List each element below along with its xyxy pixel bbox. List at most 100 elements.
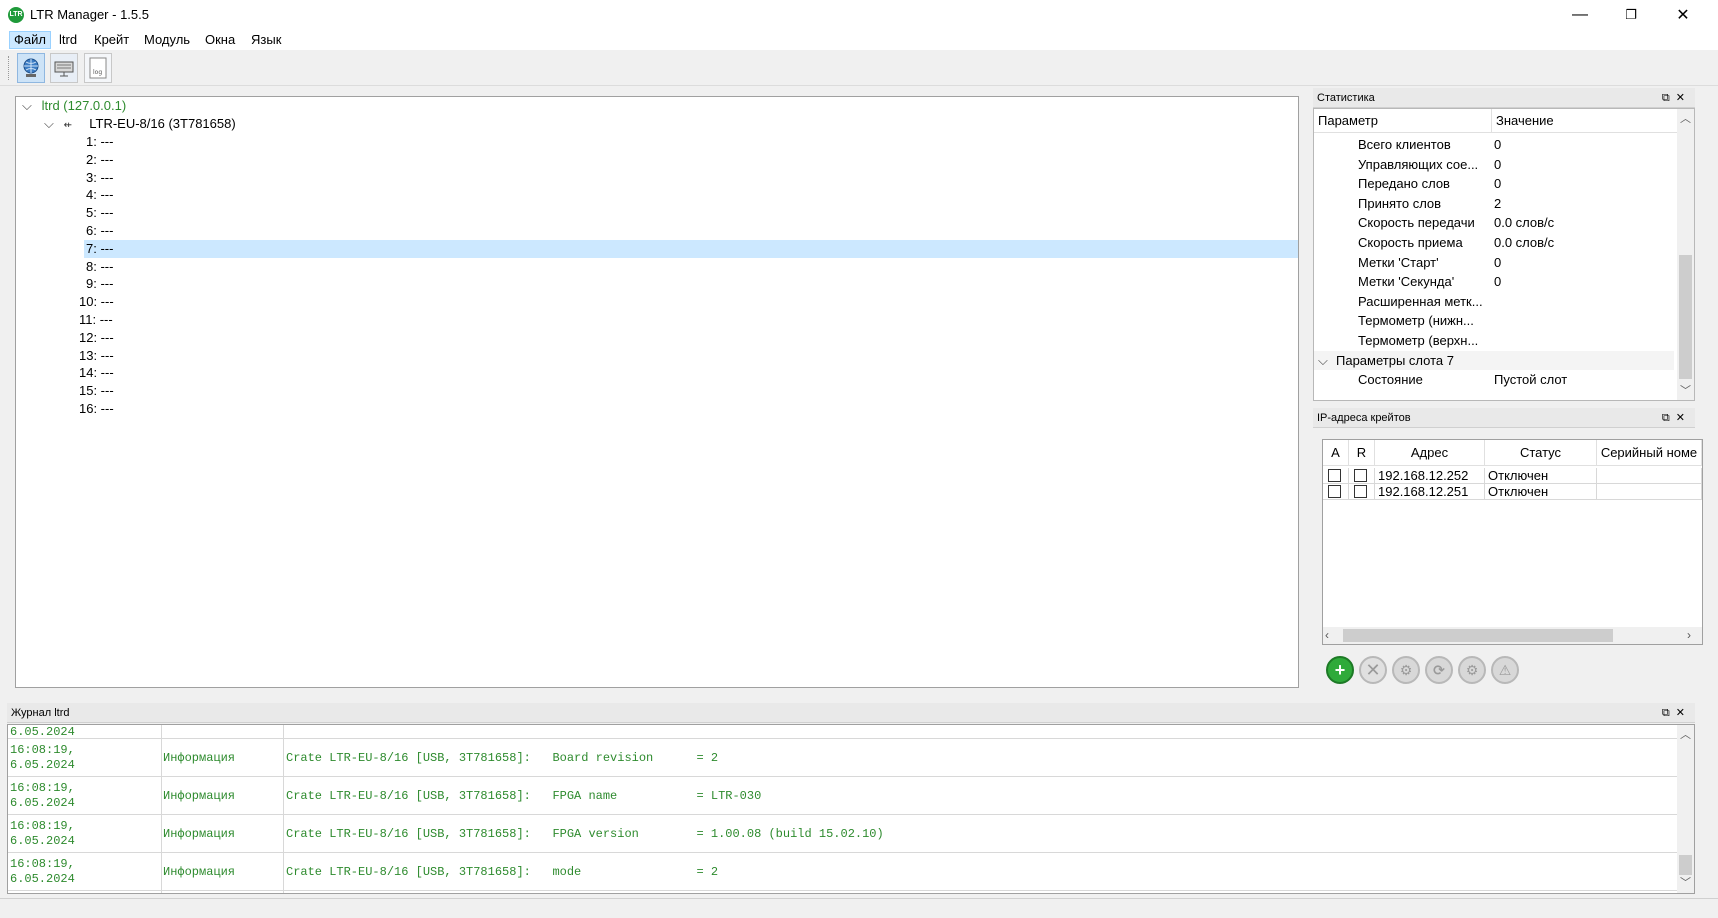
tree-root-row[interactable]: ⌵ ltrd (127.0.0.1)	[22, 97, 126, 115]
tree-slot-row[interactable]: 11: ---	[79, 311, 113, 329]
chevron-down-icon[interactable]: ⌵	[44, 115, 60, 133]
ip-header-serial[interactable]: Серийный номе	[1597, 440, 1702, 466]
ip-header-status[interactable]: Статус	[1485, 440, 1597, 466]
minimize-button[interactable]: —	[1555, 0, 1605, 30]
settings-button[interactable]: ⚙	[1458, 656, 1486, 684]
log-time: 16:08:19, 6.05.2024	[10, 781, 75, 810]
stats-row[interactable]: Принято слов 2	[1314, 194, 1674, 214]
log-vscrollbar[interactable]: ︿ ﹀	[1677, 725, 1694, 893]
stats-group-row[interactable]: ⌵ Параметры слота 7	[1314, 350, 1674, 371]
stat-value: 0	[1494, 254, 1502, 270]
stats-row[interactable]: Скорость передачи 0.0 слов/с	[1314, 213, 1674, 233]
stats-row[interactable]: Расширенная метк...	[1314, 292, 1674, 312]
reconnect-checkbox[interactable]	[1354, 469, 1367, 482]
hscroll-thumb[interactable]	[1343, 629, 1613, 642]
scroll-left-icon[interactable]: ‹	[1325, 627, 1339, 644]
menu-ltrd[interactable]: ltrd	[55, 31, 81, 49]
log-row-partial[interactable]: 6.05.2024	[8, 725, 1694, 739]
tree-crate-row[interactable]: ⌵ ⇷ LTR-EU-8/16 (3T781658)	[44, 115, 236, 133]
status-bar	[0, 898, 1718, 918]
add-crate-button[interactable]: +	[1326, 656, 1354, 684]
tree-slot-row[interactable]: 6: ---	[86, 222, 113, 240]
stats-row[interactable]: Состояние Пустой слот	[1314, 370, 1674, 390]
close-icon[interactable]: ✕	[1676, 412, 1691, 424]
float-icon[interactable]: ⧉	[1662, 707, 1676, 719]
network-toolbar-button[interactable]	[17, 53, 45, 83]
log-toolbar-button[interactable]: log	[84, 53, 112, 83]
remove-crate-button[interactable]: ✕	[1359, 656, 1387, 684]
toolbar: log	[0, 50, 1718, 86]
dock-controls: ⧉✕	[1662, 88, 1691, 108]
log-row[interactable]: 16:08:19, 6.05.2024 Информация Crate LTR-E…	[8, 815, 1694, 853]
ip-header-r[interactable]: R	[1349, 440, 1375, 466]
scroll-thumb[interactable]	[1679, 255, 1692, 379]
float-icon[interactable]: ⧉	[1662, 412, 1676, 424]
stats-row[interactable]: Термометр (нижн...	[1314, 311, 1674, 331]
menu-crate[interactable]: Крейт	[90, 31, 133, 49]
float-icon[interactable]: ⧉	[1662, 92, 1676, 104]
scroll-thumb[interactable]	[1679, 855, 1692, 875]
tree-slot-row[interactable]: 13: ---	[79, 347, 114, 365]
tree-slot-row[interactable]: 15: ---	[79, 382, 114, 400]
reconnect-checkbox[interactable]	[1354, 485, 1367, 498]
ip-hscrollbar[interactable]: ‹ ›	[1323, 627, 1702, 644]
auto-connect-checkbox[interactable]	[1328, 485, 1341, 498]
tree-slot-row[interactable]: 9: ---	[86, 275, 113, 293]
chevron-down-icon[interactable]: ⌵	[22, 97, 38, 115]
stats-row[interactable]: Управляющих сое... 0	[1314, 155, 1674, 175]
scroll-down-icon[interactable]: ﹀	[1677, 875, 1694, 892]
tree-slot-row[interactable]: 8: ---	[86, 258, 113, 276]
crate-toolbar-button[interactable]	[50, 53, 78, 83]
close-icon[interactable]: ✕	[1676, 707, 1691, 719]
stats-row[interactable]: Всего клиентов 0	[1314, 135, 1674, 155]
tree-slot-row[interactable]: 3: ---	[86, 169, 113, 187]
stats-vscrollbar[interactable]: ︿ ﹀	[1677, 109, 1694, 400]
ip-header-address[interactable]: Адрес	[1375, 440, 1485, 466]
tree-slot-row[interactable]: 14: ---	[79, 364, 114, 382]
log-row[interactable]: 16:08:19, 6.05.2024 Информация Crate LTR-E…	[8, 777, 1694, 815]
scroll-up-icon[interactable]: ︿	[1677, 727, 1694, 744]
stats-param-header[interactable]: Параметр	[1314, 109, 1492, 133]
crate-tree[interactable]: ⌵ ltrd (127.0.0.1) ⌵ ⇷ LTR-EU-8/16 (3T78…	[15, 96, 1299, 688]
stats-value-header[interactable]: Значение	[1492, 109, 1678, 133]
tree-slot-row[interactable]: 16: ---	[79, 400, 114, 418]
ip-header-a[interactable]: A	[1323, 440, 1349, 466]
tree-slot-row[interactable]: 1: ---	[86, 133, 113, 151]
tree-slot-row[interactable]: 10: ---	[79, 293, 114, 311]
stats-row[interactable]: Метки 'Секунда' 0	[1314, 272, 1674, 292]
tree-slot-row[interactable]: 12: ---	[79, 329, 114, 347]
menu-language[interactable]: Язык	[247, 31, 285, 49]
stats-row[interactable]: Термометр (верхн...	[1314, 331, 1674, 351]
tree-slot-row[interactable]: 4: ---	[86, 186, 113, 204]
close-icon[interactable]: ✕	[1676, 92, 1691, 104]
connect-button[interactable]: ⚙	[1392, 656, 1420, 684]
log-row[interactable]: 16:08:19, 6.05.2024 Информация Crate LTR-E…	[8, 739, 1694, 777]
scroll-right-icon[interactable]: ›	[1687, 627, 1701, 644]
chevron-down-icon[interactable]: ⌵	[1318, 351, 1328, 371]
scroll-down-icon[interactable]: ﹀	[1677, 383, 1694, 400]
remove-icon: ✕	[1365, 659, 1381, 680]
tree-slot-row[interactable]: 2: ---	[86, 151, 113, 169]
stats-row[interactable]: Передано слов 0	[1314, 174, 1674, 194]
tree-slot-row[interactable]: 5: ---	[86, 204, 113, 222]
ip-table[interactable]: A R Адрес Статус Серийный номе 192.168.1…	[1322, 439, 1703, 645]
auto-connect-checkbox[interactable]	[1328, 469, 1341, 482]
disconnect-button[interactable]: ⚠	[1491, 656, 1519, 684]
refresh-button[interactable]: ⟳	[1425, 656, 1453, 684]
menu-module[interactable]: Модуль	[140, 31, 194, 49]
menu-file[interactable]: Файл	[9, 31, 51, 49]
menu-windows[interactable]: Окна	[201, 31, 239, 49]
stats-row[interactable]: Метки 'Старт' 0	[1314, 253, 1674, 273]
ip-status: Отключен	[1485, 468, 1597, 484]
network-globe-icon	[23, 58, 39, 77]
scroll-up-icon[interactable]: ︿	[1677, 111, 1694, 128]
log-row[interactable]: 16:08:19, 6.05.2024 Информация Crate LTR-E…	[8, 853, 1694, 891]
ip-address: 192.168.12.251	[1375, 484, 1485, 500]
stats-table[interactable]: Параметр Значение Всего клиентов 0 Управля…	[1313, 108, 1695, 401]
maximize-button[interactable]: ❐	[1606, 0, 1656, 30]
tree-slot-row[interactable]: 7: ---	[86, 240, 113, 258]
close-button[interactable]: ✕	[1658, 0, 1708, 30]
toolbar-grip[interactable]	[8, 56, 11, 80]
stats-row[interactable]: Скорость приема 0.0 слов/с	[1314, 233, 1674, 253]
log-table[interactable]: 6.05.2024 16:08:19, 6.05.2024 Информация C…	[7, 724, 1695, 894]
